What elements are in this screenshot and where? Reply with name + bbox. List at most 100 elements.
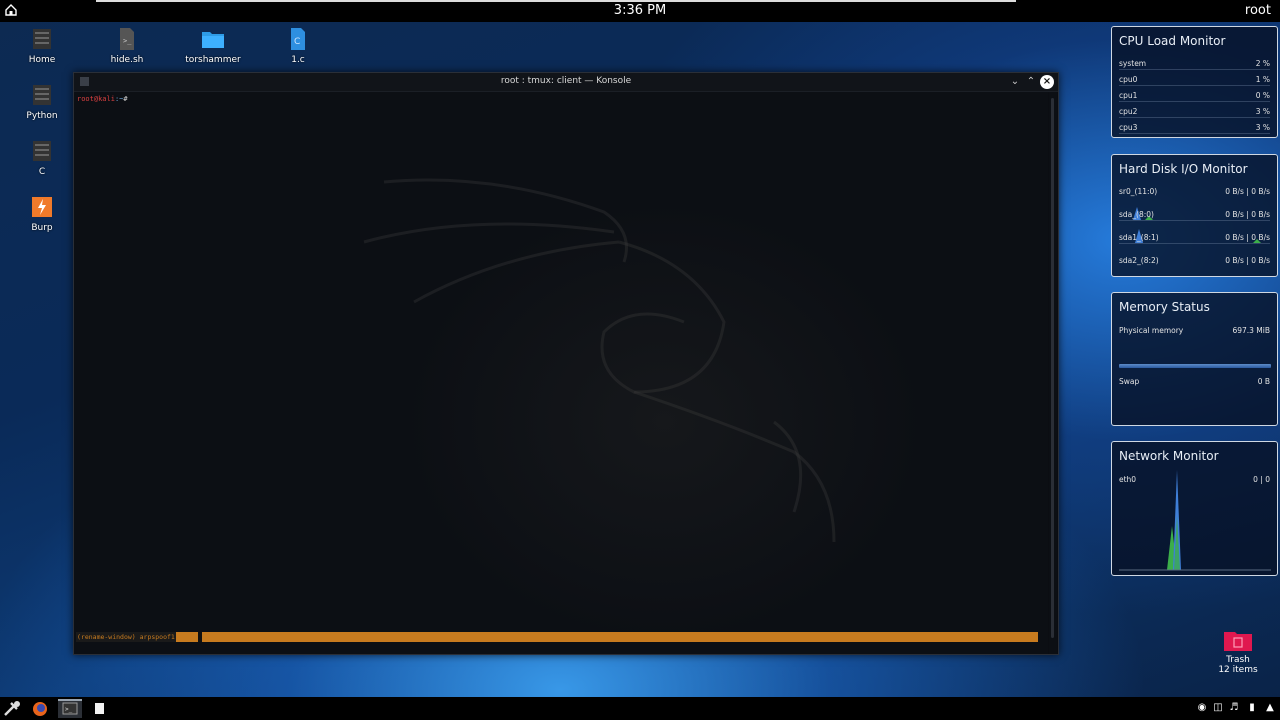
disk-row-label: sda1_(8:1) <box>1119 233 1159 242</box>
tmux-command: (rename-window) arpspoof1 <box>76 632 176 642</box>
shell-prompt: root@kali:~# <box>77 95 128 103</box>
terminal-area[interactable]: root@kali:~# <box>74 92 1048 654</box>
physical-memory-row: Physical memory 697.3 MiB <box>1119 326 1270 337</box>
network-activity-graph <box>1119 470 1271 571</box>
firefox-icon[interactable] <box>30 699 50 718</box>
window-titlebar[interactable]: root : tmux: client — Konsole ⌄ ⌃ × <box>74 73 1058 92</box>
c-source-file-icon: C <box>291 28 305 50</box>
memory-label: Physical memory <box>1119 326 1184 335</box>
swap-row: Swap 0 B <box>1119 377 1270 388</box>
cpu-row-label: system <box>1119 59 1147 68</box>
disk-row-value: 0 B/s | 0 B/s <box>1225 210 1270 219</box>
cpu-row: cpu2 3 % <box>1119 107 1270 118</box>
disk-row-label: sda2_(8:2) <box>1119 256 1159 265</box>
swap-value: 0 B <box>1257 377 1270 386</box>
desktop-icon-c[interactable]: C <box>7 139 77 177</box>
disk-row: sda2_(8:2) 0 B/s | 0 B/s <box>1119 256 1270 267</box>
application-menu-icon[interactable] <box>2 699 22 718</box>
expand-tray-icon[interactable]: ▲ <box>1264 701 1276 715</box>
konsole-task-button[interactable]: >_ <box>58 699 82 718</box>
trash-icon <box>1224 632 1252 651</box>
terminal-scrollbar[interactable] <box>1049 92 1057 654</box>
cpu-row: cpu1 0 % <box>1119 91 1270 102</box>
folder-drive-icon <box>33 141 51 161</box>
swap-label: Swap <box>1119 377 1140 386</box>
clock[interactable]: 3:36 PM <box>0 3 1280 18</box>
folder-drive-icon <box>33 85 51 105</box>
cpu-row: cpu0 1 % <box>1119 75 1270 86</box>
terminal-icon: >_ <box>62 702 78 715</box>
network-monitor-widget[interactable]: Network Monitor eth0 0 | 0 <box>1111 441 1278 576</box>
taskbar: >_ ◉ ◫ ♬ ▮ ▲ <box>0 697 1280 720</box>
cpu-row-value: 3 % <box>1255 123 1270 132</box>
minimize-icon[interactable]: ⌄ <box>1008 75 1022 89</box>
cpu-row: cpu3 3 % <box>1119 123 1270 134</box>
desktop-icon-label: 1.c <box>291 55 305 65</box>
desktop-icon-label: Home <box>28 55 56 65</box>
desktop-icon-label: C <box>38 167 46 177</box>
network-tray-icon[interactable]: ◉ <box>1196 701 1208 715</box>
memory-value: 697.3 MiB <box>1232 326 1270 335</box>
desktop-icon-label: hide.sh <box>110 55 144 65</box>
cpu-row-value: 0 % <box>1255 91 1270 100</box>
svg-text:>_: >_ <box>123 37 132 45</box>
disk-row: sda_(8:0) 0 B/s | 0 B/s <box>1119 207 1270 221</box>
disk-io-widget[interactable]: Hard Disk I/O Monitor sr0_(11:0) 0 B/s | … <box>1111 154 1278 277</box>
cpu-load-widget[interactable]: CPU Load Monitor system 2 % cpu0 1 % cpu1 0… <box>1111 26 1278 138</box>
battery-tray-icon[interactable]: ▮ <box>1246 701 1258 715</box>
konsole-window[interactable]: root : tmux: client — Konsole ⌄ ⌃ × root… <box>73 72 1059 655</box>
desktop-icon-burp[interactable]: Burp <box>7 195 77 233</box>
cpu-row-value: 1 % <box>1255 75 1270 84</box>
top-panel-activity-strip <box>96 0 1016 2</box>
scrollbar-thumb[interactable] <box>1051 98 1054 638</box>
burp-suite-icon <box>32 197 52 217</box>
disk-row-value: 0 B/s | 0 B/s <box>1225 187 1270 196</box>
desktop-icon-python[interactable]: Python <box>7 83 77 121</box>
desktop-icon-label: torshammer <box>185 55 241 65</box>
prompt-user: root@kali <box>77 95 115 103</box>
folder-drive-icon <box>33 29 51 49</box>
folder-icon <box>202 32 224 48</box>
disk-row: sr0_(11:0) 0 B/s | 0 B/s <box>1119 187 1270 198</box>
physical-memory-bar <box>1119 364 1271 368</box>
prompt-symbol: # <box>123 95 128 103</box>
top-panel: 3:36 PM root <box>0 0 1280 22</box>
desktop-icon-home[interactable]: Home <box>7 27 77 65</box>
disk-row-label: sda_(8:0) <box>1119 210 1154 219</box>
cpu-row-label: cpu0 <box>1119 75 1138 84</box>
widget-title: CPU Load Monitor <box>1119 34 1226 48</box>
cpu-row-value: 3 % <box>1255 107 1270 116</box>
memory-status-widget[interactable]: Memory Status Physical memory 697.3 MiB S… <box>1111 292 1278 426</box>
kali-dragon-watermark <box>363 178 836 543</box>
trash-desktop-icon[interactable]: Trash 12 items <box>1208 628 1268 675</box>
desktop-icon-hide-sh[interactable]: >_ hide.sh <box>92 27 162 65</box>
trash-label: Trash <box>1226 655 1250 665</box>
user-name[interactable]: root <box>1245 3 1271 18</box>
cpu-row-label: cpu2 <box>1119 107 1138 116</box>
cpu-row-label: cpu1 <box>1119 91 1138 100</box>
clipboard-tray-icon[interactable]: ◫ <box>1212 701 1224 715</box>
disk-row-value: 0 B/s | 0 B/s <box>1225 256 1270 265</box>
cpu-row-value: 2 % <box>1255 59 1270 68</box>
text-cursor <box>198 632 202 642</box>
close-icon[interactable]: × <box>1040 75 1054 89</box>
tmux-status-line[interactable]: (rename-window) arpspoof1 <box>76 632 1038 642</box>
desktop-icon-label: Python <box>26 111 58 121</box>
maximize-icon[interactable]: ⌃ <box>1024 75 1038 89</box>
svg-text:>_: >_ <box>65 706 73 713</box>
cpu-row: system 2 % <box>1119 59 1270 70</box>
volume-tray-icon[interactable]: ♬ <box>1228 701 1240 715</box>
svg-text:C: C <box>294 37 300 47</box>
desktop-icon-1-c[interactable]: C 1.c <box>263 27 333 65</box>
cpu-row-label: cpu3 <box>1119 123 1138 132</box>
document-icon[interactable] <box>89 699 109 718</box>
widget-title: Hard Disk I/O Monitor <box>1119 162 1248 176</box>
trash-count: 12 items <box>1218 665 1258 675</box>
widget-title: Network Monitor <box>1119 449 1219 463</box>
widget-title: Memory Status <box>1119 300 1210 314</box>
disk-row-value: 0 B/s | 0 B/s <box>1225 233 1270 242</box>
window-title: root : tmux: client — Konsole <box>500 76 632 86</box>
desktop-icon-label: Burp <box>31 223 53 233</box>
disk-row: sda1_(8:1) 0 B/s | 0 B/s <box>1119 229 1270 244</box>
desktop-icon-torshammer[interactable]: torshammer <box>178 27 248 65</box>
